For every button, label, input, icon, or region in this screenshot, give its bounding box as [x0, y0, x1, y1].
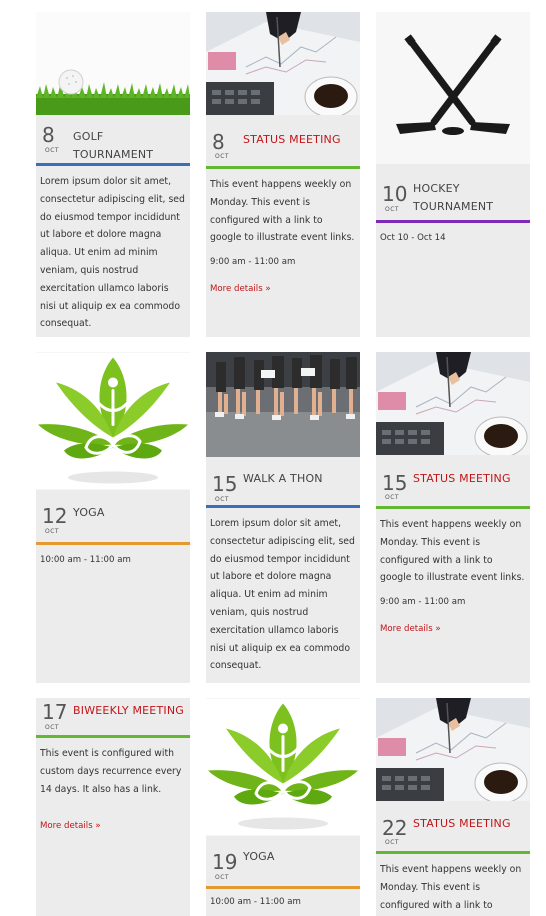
- event-month: OCT: [215, 153, 230, 160]
- event-title[interactable]: STATUS MEETING: [413, 470, 527, 488]
- event-card[interactable]: 12 OCT YOGA 10:00 am - 11:00 am: [36, 352, 190, 683]
- event-card[interactable]: 22 OCT STATUS MEETING This event happens…: [376, 698, 530, 916]
- event-card[interactable]: 10 OCT HOCKEY TOURNAMENT Oct 10 - Oct 14: [376, 12, 530, 337]
- more-details-link[interactable]: More details »: [380, 622, 527, 636]
- meeting-image: [376, 352, 530, 455]
- more-details-link[interactable]: More details »: [210, 282, 357, 296]
- event-card[interactable]: 15 OCT STATUS MEETING This event happens…: [376, 352, 530, 683]
- event-month: OCT: [215, 874, 230, 881]
- event-description: Lorem ipsum dolor sit amet, consectetur …: [210, 518, 355, 672]
- event-day: 17: [42, 700, 68, 724]
- date-header: 8 OCT STATUS MEETING: [206, 115, 360, 166]
- event-day: 8: [42, 123, 55, 147]
- event-description: This event happens weekly on Monday. Thi…: [380, 864, 522, 911]
- event-day: 12: [42, 504, 68, 528]
- event-card[interactable]: 19 OCT YOGA 10:00 am - 11:00 am: [206, 698, 360, 916]
- date-header: 15 OCT WALK A THON: [206, 457, 360, 505]
- event-month: OCT: [215, 496, 230, 503]
- meeting-image: [376, 698, 530, 801]
- event-card[interactable]: 15 OCT WALK A THON Lorem ipsum dolor sit…: [206, 352, 360, 683]
- event-text: This event happens weekly on Monday. Thi…: [380, 519, 525, 584]
- event-description: This event happens weekly on Monday. Thi…: [206, 169, 360, 296]
- event-description: This event is configured with custom day…: [36, 738, 190, 833]
- event-day: 8: [212, 130, 225, 154]
- more-details-link[interactable]: More details »: [40, 819, 187, 833]
- event-month: OCT: [385, 494, 400, 501]
- event-month: OCT: [385, 206, 400, 213]
- event-title[interactable]: STATUS MEETING: [243, 131, 357, 149]
- event-card[interactable]: 17 OCT BIWEEKLY MEETING This event is co…: [36, 698, 190, 916]
- event-day: 15: [212, 472, 238, 496]
- event-month: OCT: [45, 147, 60, 154]
- date-header: 10 OCT HOCKEY TOURNAMENT: [376, 164, 530, 220]
- date-header: 22 OCT STATUS MEETING: [376, 801, 530, 851]
- event-date-range: Oct 10 - Oct 14: [380, 233, 446, 243]
- event-title[interactable]: WALK A THON: [243, 470, 357, 488]
- event-card[interactable]: 8 OCT GOLF TOURNAMENT Lorem ipsum dolor …: [36, 12, 190, 337]
- event-day: 22: [382, 816, 408, 840]
- event-time: 9:00 am - 11:00 am: [210, 257, 296, 268]
- event-description: Lorem ipsum dolor sit amet, consectetur …: [40, 176, 185, 330]
- event-text: This event is configured with custom day…: [40, 748, 182, 795]
- event-title[interactable]: GOLF TOURNAMENT: [73, 128, 187, 164]
- event-month: OCT: [45, 528, 60, 535]
- event-month: OCT: [45, 724, 60, 731]
- event-title[interactable]: HOCKEY TOURNAMENT: [413, 180, 503, 216]
- golf-image: [36, 12, 190, 115]
- event-time: 9:00 am - 11:00 am: [380, 597, 466, 608]
- event-time: 10:00 am - 11:00 am: [210, 897, 301, 907]
- date-header: 19 OCT YOGA: [206, 836, 360, 886]
- event-day: 10: [382, 182, 408, 206]
- date-header: 12 OCT YOGA: [36, 490, 190, 542]
- event-title[interactable]: BIWEEKLY MEETING: [73, 702, 187, 720]
- event-month: OCT: [385, 839, 400, 846]
- event-card[interactable]: 8 OCT STATUS MEETING This event happens …: [206, 12, 360, 337]
- date-header: 17 OCT BIWEEKLY MEETING: [36, 698, 190, 735]
- event-time: 10:00 am - 11:00 am: [40, 555, 131, 565]
- date-header: 15 OCT STATUS MEETING: [376, 455, 530, 506]
- yoga-image: [206, 698, 360, 836]
- event-title[interactable]: STATUS MEETING: [413, 815, 527, 833]
- runners-image: [206, 352, 360, 457]
- yoga-image: [36, 352, 190, 490]
- event-title[interactable]: YOGA: [243, 848, 357, 866]
- event-text: This event happens weekly on Monday. Thi…: [210, 179, 355, 244]
- event-day: 15: [382, 471, 408, 495]
- event-description: This event happens weekly on Monday. Thi…: [376, 509, 530, 636]
- meeting-image: [206, 12, 360, 115]
- hockey-sticks-image: [376, 12, 530, 164]
- date-header: 8 OCT GOLF TOURNAMENT: [36, 115, 190, 163]
- event-title[interactable]: YOGA: [73, 504, 187, 522]
- event-day: 19: [212, 850, 238, 874]
